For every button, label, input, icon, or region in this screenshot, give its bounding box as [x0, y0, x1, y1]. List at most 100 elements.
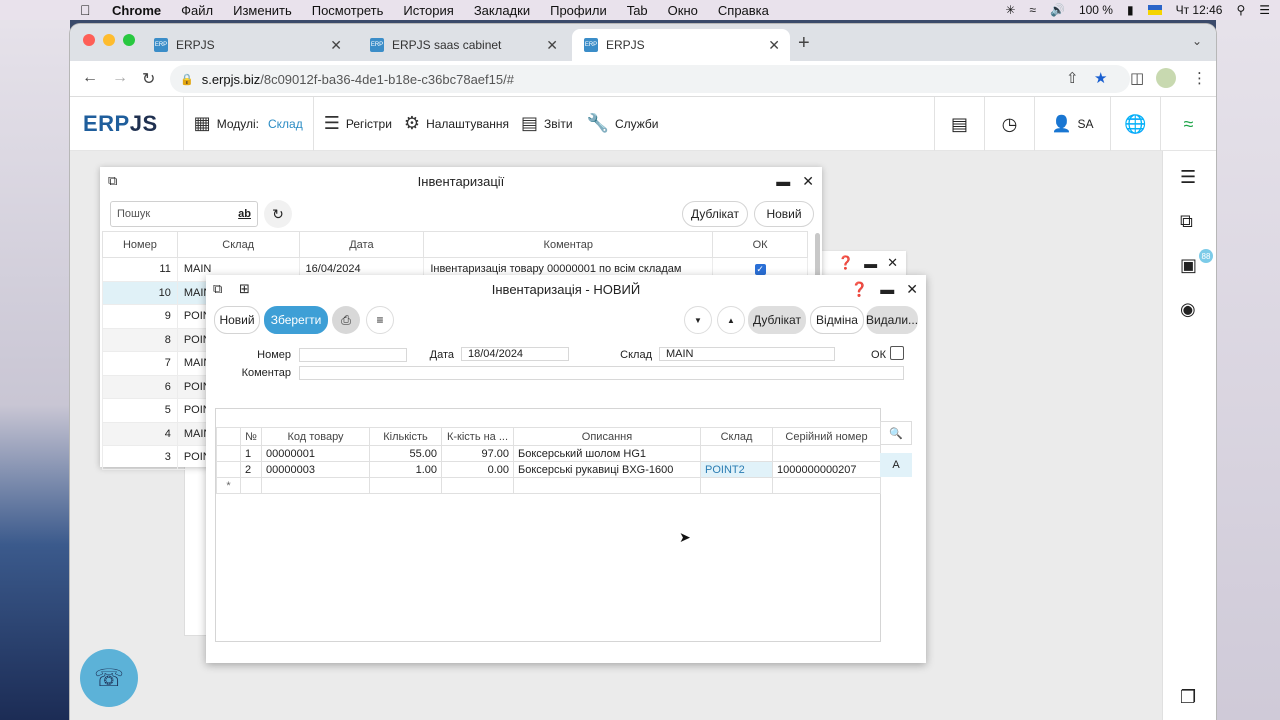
os-menu-item[interactable]: Посмотреть — [312, 3, 384, 18]
search-list-icon[interactable]: ☰ — [1180, 167, 1196, 188]
column-header[interactable]: Кількість — [369, 427, 442, 446]
column-header[interactable]: ОК — [712, 231, 808, 258]
help-icon[interactable]: ❓ — [838, 255, 854, 271]
table-row[interactable]: 2 00000003 1.00 0.00 Боксерські рукавиці… — [216, 461, 881, 478]
open-external-icon[interactable]: ⧉ — [1180, 211, 1193, 232]
column-header[interactable]: № — [240, 427, 262, 446]
windows-stack-icon[interactable]: ❐ — [1180, 687, 1196, 708]
forward-icon[interactable]: → — [112, 69, 128, 87]
minimize-icon[interactable]: ▬ — [776, 173, 790, 190]
os-menu-item[interactable]: Закладки — [474, 3, 530, 18]
wifi-icon[interactable]: ≈ — [1029, 3, 1036, 17]
control-center-icon[interactable]: ☰ — [1259, 3, 1270, 17]
os-menu-item[interactable]: История — [403, 3, 453, 18]
new-button[interactable]: Новий — [754, 201, 814, 227]
duplicate-button[interactable]: Дублікат — [682, 201, 748, 227]
cell-serial[interactable]: 1000000000207 — [772, 461, 881, 478]
document-icon[interactable]: ▤ — [934, 97, 984, 151]
bookmark-star-icon[interactable]: ★ — [1094, 69, 1107, 87]
column-header[interactable]: Серійний номер — [772, 427, 881, 446]
open-external-icon[interactable]: ⧉ — [108, 173, 117, 189]
tab-close-icon[interactable]: ✕ — [546, 37, 558, 54]
tab-close-icon[interactable]: ✕ — [330, 37, 342, 54]
column-header[interactable]: Дата — [298, 231, 425, 258]
os-menu-item[interactable]: Профили — [550, 3, 607, 18]
ok-checkbox[interactable] — [890, 346, 904, 360]
cell-quantity-on[interactable]: 0.00 — [441, 461, 514, 478]
layout-grid-icon[interactable]: ⊞ — [239, 281, 250, 297]
reload-icon[interactable]: ↻ — [142, 69, 155, 89]
print-icon[interactable]: ⎙ — [332, 306, 360, 334]
bluetooth-icon[interactable]: ✳ — [1005, 3, 1015, 17]
help-icon[interactable]: ❓ — [851, 281, 868, 298]
cell-warehouse[interactable] — [700, 477, 773, 494]
close-window-button[interactable] — [83, 34, 95, 46]
save-button[interactable]: Зберегти — [264, 306, 328, 334]
window-titlebar[interactable]: ⧉ ⊞ Інвентаризація - НОВИЙ ❓ ▬ ✕ — [206, 275, 926, 303]
registers-menu[interactable]: ☰ Регістри — [324, 113, 392, 134]
support-chat-icon[interactable]: ☏ — [80, 649, 138, 707]
wifi-status-icon[interactable]: ≈ — [1160, 97, 1216, 151]
cell-warehouse[interactable] — [700, 445, 773, 462]
cell-quantity[interactable]: 1.00 — [369, 461, 442, 478]
arrow-up-icon[interactable]: ▲ — [717, 306, 745, 334]
browser-tab[interactable]: ERP ERPJS saas cabinet ✕ — [358, 29, 568, 61]
reports-menu[interactable]: ▤ Звіти — [521, 113, 573, 134]
duplicate-button[interactable]: Дублікат — [748, 306, 806, 334]
column-header[interactable]: Код товару — [261, 427, 370, 446]
cell-serial[interactable] — [772, 477, 881, 494]
cell-code[interactable]: 00000001 — [261, 445, 370, 462]
os-menu-item[interactable]: Файл — [181, 3, 213, 18]
cell-description[interactable]: Боксерські рукавиці BXG-1600 — [513, 461, 701, 478]
tab-close-icon[interactable]: ✕ — [768, 37, 780, 54]
os-menu-item[interactable]: Справка — [718, 3, 769, 18]
cell-code[interactable] — [261, 477, 370, 494]
profile-avatar[interactable] — [1156, 68, 1176, 88]
os-menu-item[interactable]: Окно — [668, 3, 698, 18]
checkbox-checked-icon[interactable]: ✓ — [754, 264, 766, 276]
new-tab-icon[interactable]: + — [798, 32, 810, 55]
minimize-icon[interactable]: ▬ — [880, 281, 894, 298]
open-external-icon[interactable]: ⧉ — [213, 281, 222, 297]
volume-icon[interactable]: 🔊 — [1050, 3, 1065, 17]
zoom-window-button[interactable] — [123, 34, 135, 46]
url-input[interactable]: 🔒 s.erpjs.biz /8c09012f-ba36-4de1-b18e-c… — [170, 65, 1130, 93]
date-field[interactable]: 18/04/2024 — [461, 347, 569, 361]
modules-menu[interactable]: ▦ Модулі: Склад — [194, 113, 303, 134]
battery-icon[interactable]: ▮ — [1127, 3, 1134, 17]
clock-icon[interactable]: ◷ — [984, 97, 1034, 151]
browser-tab[interactable]: ERP ERPJS ✕ — [142, 29, 352, 61]
close-icon[interactable]: ✕ — [906, 281, 918, 298]
os-menu-item[interactable]: Tab — [627, 3, 648, 18]
cell-description[interactable] — [513, 477, 701, 494]
refresh-icon[interactable]: ↻ — [264, 200, 292, 228]
globe-icon[interactable]: 🌐 — [1110, 97, 1160, 151]
search-input[interactable]: Пошук ab — [110, 201, 258, 227]
browser-menu-icon[interactable]: ⋮ — [1192, 69, 1207, 87]
warehouse-field[interactable]: MAIN — [659, 347, 835, 361]
column-header[interactable]: Номер — [102, 231, 178, 258]
menu-lines-icon[interactable]: ≡ — [366, 306, 394, 334]
cell-quantity[interactable] — [369, 477, 442, 494]
arrow-down-icon[interactable]: ▼ — [684, 306, 712, 334]
apple-icon[interactable]:  — [80, 2, 100, 18]
match-case-icon[interactable]: ab — [238, 208, 251, 220]
new-button[interactable]: Новий — [214, 306, 260, 334]
search-icon[interactable]: 🔍 — [880, 421, 912, 445]
cell-quantity-on[interactable] — [441, 477, 514, 494]
lock-icon[interactable]: 🔒 — [180, 73, 194, 86]
minimize-window-button[interactable] — [103, 34, 115, 46]
column-header[interactable]: К-кість на ... — [441, 427, 514, 446]
cell-code[interactable]: 00000003 — [261, 461, 370, 478]
spotlight-icon[interactable]: ⚲ — [1236, 3, 1245, 17]
close-icon[interactable]: ✕ — [802, 173, 814, 190]
os-menu-app[interactable]: Chrome — [112, 3, 161, 18]
bug-icon[interactable]: ◉ — [1180, 299, 1196, 320]
column-header[interactable]: Склад — [700, 427, 773, 446]
chevron-down-icon[interactable]: ⌄ — [1192, 34, 1202, 48]
side-tool-a[interactable]: A — [880, 453, 912, 477]
close-icon[interactable]: ✕ — [887, 255, 898, 271]
comment-field[interactable] — [299, 366, 904, 380]
flag-icon[interactable] — [1147, 5, 1162, 15]
inbox-icon[interactable]: ▣ — [1180, 255, 1197, 276]
